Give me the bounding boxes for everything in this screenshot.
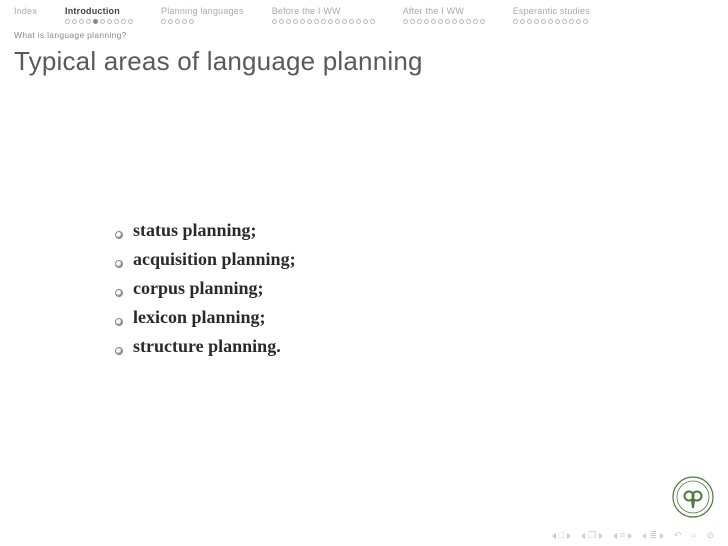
progress-dot-icon[interactable] (363, 19, 368, 24)
nav-frame-prev[interactable]: ❐ (581, 531, 603, 540)
progress-dot-icon[interactable] (356, 19, 361, 24)
nav-section[interactable]: Index (14, 6, 37, 24)
nav-progress-dots (403, 19, 485, 24)
nav-section-label: Esperantic studies (513, 6, 590, 16)
beamer-nav-controls: □ ❐ ≡ ≣ ↶ ⌕ ⊘ (552, 531, 714, 540)
progress-dot-icon[interactable] (300, 19, 305, 24)
progress-dot-icon[interactable] (459, 19, 464, 24)
progress-dot-icon[interactable] (424, 19, 429, 24)
list-item: status planning; (115, 220, 668, 241)
progress-dot-icon[interactable] (107, 19, 112, 24)
nav-section-label: Planning languages (161, 6, 244, 16)
nav-section-label: Index (14, 6, 37, 16)
progress-dot-icon[interactable] (182, 19, 187, 24)
progress-dot-icon[interactable] (527, 19, 532, 24)
progress-dot-icon[interactable] (86, 19, 91, 24)
progress-dot-icon[interactable] (314, 19, 319, 24)
progress-dot-icon[interactable] (72, 19, 77, 24)
progress-dot-icon[interactable] (548, 19, 553, 24)
bullet-icon (115, 260, 123, 268)
bullet-text: lexicon planning; (133, 307, 266, 328)
slide-title: Typical areas of language planning (0, 40, 728, 77)
progress-dot-icon[interactable] (307, 19, 312, 24)
nav-progress-dots (161, 19, 194, 24)
progress-dot-icon[interactable] (466, 19, 471, 24)
progress-dot-icon[interactable] (114, 19, 119, 24)
bullet-icon (115, 347, 123, 355)
progress-dot-icon[interactable] (452, 19, 457, 24)
progress-dot-icon[interactable] (403, 19, 408, 24)
nav-back[interactable]: ↶ (674, 531, 682, 540)
progress-dot-icon[interactable] (583, 19, 588, 24)
progress-dot-icon[interactable] (279, 19, 284, 24)
progress-dot-icon[interactable] (431, 19, 436, 24)
university-logo (672, 476, 714, 518)
progress-dot-icon[interactable] (128, 19, 133, 24)
bullet-text: acquisition planning; (133, 249, 296, 270)
progress-dot-icon[interactable] (175, 19, 180, 24)
progress-dot-icon[interactable] (121, 19, 126, 24)
progress-dot-icon[interactable] (189, 19, 194, 24)
progress-dot-icon[interactable] (79, 19, 84, 24)
progress-dot-icon[interactable] (335, 19, 340, 24)
list-item: structure planning. (115, 336, 668, 357)
progress-dot-icon[interactable] (480, 19, 485, 24)
progress-dot-icon[interactable] (321, 19, 326, 24)
bullet-text: status planning; (133, 220, 257, 241)
progress-dot-icon[interactable] (562, 19, 567, 24)
nav-section-label: After the I WW (403, 6, 464, 16)
progress-dot-icon[interactable] (520, 19, 525, 24)
nav-section[interactable]: Planning languages (161, 6, 244, 24)
nav-section-label: Introduction (65, 6, 120, 16)
nav-search[interactable]: ⌕ (691, 531, 696, 540)
slide-content: status planning; acquisition planning; cor… (115, 220, 668, 365)
nav-subsection-prev[interactable]: ≡ (613, 531, 632, 540)
progress-dot-icon[interactable] (328, 19, 333, 24)
progress-dot-icon[interactable] (93, 19, 98, 24)
progress-dot-icon[interactable] (349, 19, 354, 24)
progress-dot-icon[interactable] (342, 19, 347, 24)
nav-bar: Index Introduction Planning languages Befor… (0, 0, 728, 24)
progress-dot-icon[interactable] (569, 19, 574, 24)
nav-progress-dots (65, 19, 133, 24)
progress-dot-icon[interactable] (438, 19, 443, 24)
nav-section[interactable]: After the I WW (403, 6, 485, 24)
progress-dot-icon[interactable] (417, 19, 422, 24)
progress-dot-icon[interactable] (445, 19, 450, 24)
progress-dot-icon[interactable] (534, 19, 539, 24)
nav-fullscreen[interactable]: ⊘ (706, 531, 714, 540)
progress-dot-icon[interactable] (555, 19, 560, 24)
bullet-icon (115, 318, 123, 326)
progress-dot-icon[interactable] (65, 19, 70, 24)
bullet-icon (115, 289, 123, 297)
bullet-text: corpus planning; (133, 278, 264, 299)
bullet-text: structure planning. (133, 336, 281, 357)
list-item: lexicon planning; (115, 307, 668, 328)
bullet-icon (115, 231, 123, 239)
nav-section-label: Before the I WW (272, 6, 341, 16)
nav-section-prev[interactable]: ≣ (642, 531, 664, 540)
subsection-label: What is language planning? (0, 24, 728, 40)
progress-dot-icon[interactable] (513, 19, 518, 24)
progress-dot-icon[interactable] (473, 19, 478, 24)
nav-section[interactable]: Before the I WW (272, 6, 375, 24)
progress-dot-icon[interactable] (293, 19, 298, 24)
progress-dot-icon[interactable] (272, 19, 277, 24)
progress-dot-icon[interactable] (370, 19, 375, 24)
nav-progress-dots (272, 19, 375, 24)
nav-slide-begin[interactable]: □ (552, 531, 571, 540)
progress-dot-icon[interactable] (410, 19, 415, 24)
progress-dot-icon[interactable] (286, 19, 291, 24)
progress-dot-icon[interactable] (576, 19, 581, 24)
progress-dot-icon[interactable] (541, 19, 546, 24)
progress-dot-icon[interactable] (161, 19, 166, 24)
nav-section[interactable]: Introduction (65, 6, 133, 24)
progress-dot-icon[interactable] (168, 19, 173, 24)
list-item: corpus planning; (115, 278, 668, 299)
progress-dot-icon[interactable] (100, 19, 105, 24)
nav-section[interactable]: Esperantic studies (513, 6, 590, 24)
list-item: acquisition planning; (115, 249, 668, 270)
nav-progress-dots (513, 19, 588, 24)
